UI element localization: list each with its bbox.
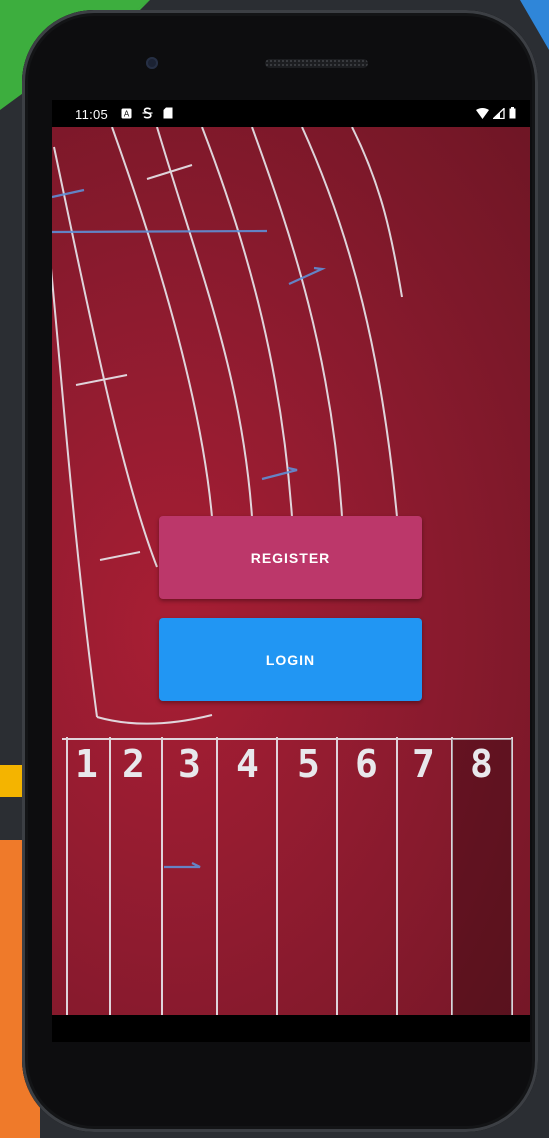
login-button[interactable]: LOGIN (159, 618, 422, 701)
battery-icon (509, 107, 516, 122)
front-camera (146, 57, 158, 69)
lane-number: 8 (470, 742, 493, 786)
sd-card-icon (163, 107, 173, 122)
lane-number: 4 (236, 742, 259, 786)
lane-numbers: 1 2 3 4 5 6 7 8 (52, 742, 530, 792)
lane-number: 3 (178, 742, 201, 786)
navigation-bar (52, 1015, 530, 1042)
lane-number: 5 (297, 742, 320, 786)
wifi-icon (476, 107, 489, 122)
svg-text:A: A (124, 110, 130, 119)
s-sync-icon (142, 107, 153, 122)
status-right-icons (476, 106, 516, 122)
lane-number: 1 (75, 742, 98, 786)
lane-number: 7 (412, 742, 435, 786)
earpiece-speaker (265, 59, 368, 68)
status-bar: 11:05 A (52, 100, 530, 127)
notification-a-icon: A (121, 107, 132, 122)
status-time: 11:05 (75, 107, 109, 122)
status-left-icons: A (121, 107, 173, 122)
signal-icon (491, 106, 505, 122)
register-button[interactable]: REGISTER (159, 516, 422, 599)
lane-number: 6 (355, 742, 378, 786)
app-screen: 11:05 A 1 2 3 4 5 6 7 8 REGISTER LOGIN (52, 100, 530, 1042)
lane-number: 2 (122, 742, 145, 786)
running-track-background: 1 2 3 4 5 6 7 8 REGISTER LOGIN (52, 127, 530, 1042)
